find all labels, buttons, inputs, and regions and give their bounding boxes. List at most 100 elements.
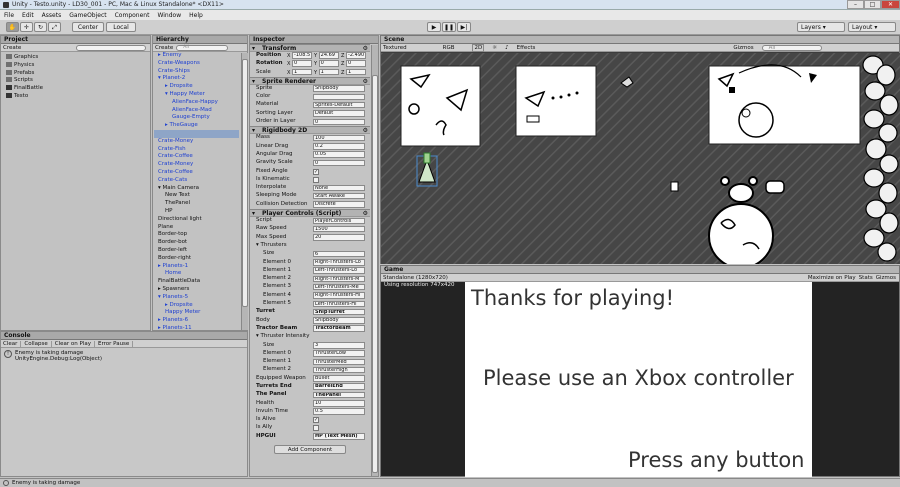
hierarchy-item[interactable]: Gauge-Empty	[154, 114, 239, 122]
transform-y-field[interactable]: 24.69	[318, 52, 339, 59]
checkbox[interactable]: ✓	[313, 168, 319, 175]
hierarchy-item[interactable]: ▾ Main Camera	[154, 185, 239, 193]
property-value-field[interactable]: Start Awake	[313, 192, 365, 200]
close-button[interactable]: ✕	[881, 0, 900, 9]
hierarchy-item[interactable]: ▾ Happy Meter	[154, 91, 239, 99]
hierarchy-item[interactable]: Crate-Weapons	[154, 60, 239, 68]
property-value-field[interactable]: ThrusterHigh	[313, 366, 365, 374]
menu-edit[interactable]: Edit	[22, 12, 34, 19]
scene-canvas[interactable]	[381, 53, 900, 264]
property-value-field[interactable]: Right-Thrusters-M	[313, 275, 365, 283]
sprite-component-header[interactable]: ▾ Sprite Renderer ⚙	[250, 76, 370, 85]
scale-tool-icon[interactable]: ⤢	[48, 22, 61, 32]
pause-icon[interactable]: ❚❚	[442, 22, 456, 32]
property-value-field[interactable]: BarrelEnd	[313, 383, 365, 390]
property-value-field[interactable]: 0.5	[313, 408, 365, 415]
hierarchy-item[interactable]: ▸ Dropsite	[154, 302, 239, 310]
hierarchy-create-button[interactable]: Create	[155, 45, 173, 51]
hierarchy-item[interactable]: Border-left	[154, 247, 239, 255]
hierarchy-search-input[interactable]: All	[176, 44, 229, 51]
console-log-entry[interactable]: ! Enemy is taking damage UnityEngine.Deb…	[1, 348, 247, 366]
hierarchy-item[interactable]: Border-right	[154, 255, 239, 263]
hierarchy-item[interactable]: AlienFace-Mad	[154, 107, 239, 115]
property-value-field[interactable]: ShipBody	[313, 85, 365, 92]
property-value-field[interactable]: Sprites-Default	[313, 101, 365, 109]
property-value-field[interactable]: Left-Thrusters-Lo	[313, 267, 365, 274]
menu-file[interactable]: File	[4, 12, 14, 19]
hand-tool-icon[interactable]: ✋	[6, 22, 19, 32]
property-value-field[interactable]: TractorBeam	[313, 325, 365, 332]
hierarchy-item[interactable]: Border-bot	[154, 239, 239, 247]
inspector-scroll-thumb[interactable]	[372, 75, 378, 473]
hierarchy-scrollbar[interactable]	[241, 53, 248, 330]
tutorial-panel-1[interactable]	[400, 65, 481, 147]
menu-help[interactable]: Help	[189, 12, 203, 19]
transform-y-field[interactable]: 0	[318, 60, 339, 67]
transform-component-header[interactable]: ▾ Transform ⚙	[250, 44, 370, 52]
menu-assets[interactable]: Assets	[42, 12, 62, 19]
hierarchy-item[interactable]: FinalBattleData	[154, 278, 239, 286]
game-screen[interactable]: Thanks for playing! Please use an Xbox c…	[465, 282, 812, 477]
property-value-field[interactable]: HP (Text Mesh)	[313, 433, 365, 440]
project-item[interactable]: Graphics	[4, 54, 147, 62]
console-collapse-button[interactable]: Collapse	[24, 340, 52, 347]
maximize-on-play-toggle[interactable]: Maximize on Play	[808, 275, 856, 281]
property-value-field[interactable]: 3	[313, 342, 365, 349]
hierarchy-item[interactable]: ▸ Spawners	[154, 286, 239, 294]
menu-gameobject[interactable]: GameObject	[69, 12, 106, 19]
hierarchy-item[interactable]: ▸ Planets-6	[154, 317, 239, 325]
hierarchy-scroll-thumb[interactable]	[242, 59, 248, 307]
checkbox[interactable]	[313, 176, 319, 183]
hierarchy-item[interactable]: New Text	[154, 192, 239, 200]
project-item[interactable]: Prefabs	[4, 69, 147, 78]
minimize-button[interactable]: –	[847, 0, 864, 9]
hierarchy-item[interactable]: HP	[154, 208, 239, 216]
console-clear-on-play-button[interactable]: Clear on Play	[55, 340, 95, 347]
project-item[interactable]: Testo	[4, 92, 147, 101]
hierarchy-item[interactable]: ▸ Dropsite	[154, 83, 239, 91]
hierarchy-item[interactable]: Happy Meter	[154, 309, 239, 317]
property-value-field[interactable]: ShipTurret	[313, 308, 365, 316]
game-gizmos-toggle[interactable]: Gizmos	[876, 275, 896, 281]
gear-icon[interactable]: ⚙	[363, 210, 368, 217]
project-item[interactable]: Scripts	[4, 77, 147, 85]
scene-search-input[interactable]: All	[761, 44, 822, 51]
rotate-tool-icon[interactable]: ↻	[34, 22, 47, 32]
property-value-field[interactable]: 10	[313, 400, 365, 407]
property-value-field[interactable]: 1500	[313, 225, 365, 233]
property-value-field[interactable]: Discrete	[313, 201, 365, 208]
hierarchy-tab[interactable]: Hierarchy	[153, 36, 247, 44]
transform-z-field[interactable]: -2.490	[346, 52, 367, 59]
property-value-field[interactable]: 0	[313, 118, 365, 126]
hierarchy-item[interactable]: Crate-Cats	[154, 177, 239, 185]
project-search-input[interactable]	[76, 44, 146, 51]
checkbox[interactable]: ✓	[313, 417, 319, 424]
rigidbody-component-header[interactable]: ▾ Rigidbody 2D ⚙	[250, 126, 370, 135]
crate-sprite[interactable]	[670, 181, 679, 192]
property-value-field[interactable]: 0.05	[313, 151, 365, 158]
scene-mode-dropdown[interactable]: RGB	[443, 45, 455, 51]
hierarchy-item[interactable]: Crate-Coffee	[154, 169, 239, 177]
scene-shading-dropdown[interactable]: Textured	[383, 45, 407, 51]
scene-audio-icon[interactable]: ♪	[505, 45, 509, 51]
console-tab[interactable]: Console	[1, 332, 247, 340]
property-value-field[interactable]: None	[313, 184, 365, 192]
property-value-field[interactable]: Bullet	[313, 375, 365, 382]
hierarchy-item[interactable]: ▾ Planets-5	[154, 294, 239, 302]
stats-toggle[interactable]: Stats	[859, 275, 873, 281]
layout-dropdown[interactable]: Layout ▾	[848, 22, 896, 32]
hierarchy-item[interactable]: Plane	[154, 224, 239, 232]
scene-gizmos-dropdown[interactable]: Gizmos	[733, 45, 753, 51]
game-aspect-dropdown[interactable]: Standalone (1280x720)	[383, 275, 448, 281]
hierarchy-item[interactable]: Crate-Coffee	[154, 153, 239, 161]
property-value-field[interactable]: ThePanel	[313, 391, 365, 399]
checkbox[interactable]	[313, 425, 319, 432]
pivot-local-button[interactable]: Local	[106, 22, 136, 32]
hierarchy-item[interactable]: Home	[154, 270, 239, 278]
property-value-field[interactable]: Right-Thrusters-Lo	[313, 259, 365, 266]
hierarchy-item[interactable]: Directional light	[154, 216, 239, 224]
property-value-field[interactable]: ThrusterLow	[313, 350, 365, 357]
hierarchy-item[interactable]: ▾ Planet-2	[154, 75, 239, 83]
gear-icon[interactable]: ⚙	[363, 127, 368, 134]
menu-component[interactable]: Component	[115, 12, 150, 19]
